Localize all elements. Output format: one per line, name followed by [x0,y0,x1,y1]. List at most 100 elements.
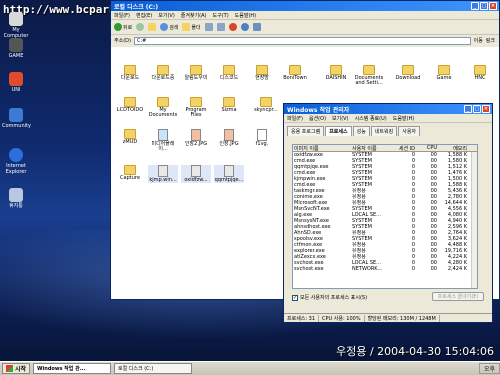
process-list-scrollbar[interactable] [471,152,477,288]
process-cell: 00 [430,266,437,272]
file-item-label: 인장.JPG [219,141,239,147]
status-commit-charge: 할당된 메모리: 130M / 1248M [365,314,440,322]
file-item[interactable]: 인장.JPG [214,129,244,147]
folder-icon [363,65,375,75]
file-item[interactable]: BoniTown [280,65,310,81]
menu-favorites[interactable]: 즐겨찾기(A) [181,12,207,19]
close-button[interactable]: × [482,105,490,113]
folders-button[interactable]: 폴더 [182,23,201,31]
go-button[interactable]: 이동 [474,37,483,44]
explorer-title: 로컬 디스크 (C:) [114,3,159,11]
address-input[interactable]: C:# [133,36,471,45]
recycle-bin-icon [9,188,23,202]
file-item[interactable]: Download [393,65,423,81]
up-button[interactable] [148,23,157,31]
file-item[interactable]: zMUD [115,129,145,145]
tab-processes[interactable]: 프로세스 [325,126,352,136]
file-item[interactable]: oxidfzw... [181,165,211,183]
file-item[interactable]: 알림도우미 [181,65,211,81]
tab-applications[interactable]: 응용 프로그램 [287,126,325,136]
close-button[interactable]: × [489,2,497,10]
taskbar-item-task-manager[interactable]: Windows 작업 관... [33,363,112,374]
column-image-name[interactable]: 이미지 이름 [293,145,351,151]
views-button[interactable] [252,23,261,31]
file-item[interactable]: skyncpr... [251,97,281,113]
menu-file[interactable]: 파일(F) [114,12,130,19]
column-user-name[interactable]: 사용자 이름 [351,145,395,151]
file-item[interactable]: 미디어플레이... [148,129,178,152]
desktop-icon-game[interactable]: GAME [2,38,30,59]
windows-logo-icon [6,365,13,372]
desktop-icon-my-computer[interactable]: My Computer [2,12,30,39]
explorer-titlebar[interactable]: 로컬 디스크 (C:) _ □ × [111,1,499,11]
start-button[interactable]: 시작 [2,363,31,374]
file-icon [257,129,267,141]
task-manager-titlebar[interactable]: Windows 작업 관리자 _ □ × [284,104,492,114]
menu-help[interactable]: 도움말(H) [235,12,256,19]
file-item[interactable]: kjmp.win... [148,165,178,183]
menu-shutdown[interactable]: 시스템 종료(U) [355,115,387,122]
desktop-icon-internet-explorer[interactable]: Internet Explorer [2,148,30,175]
file-item-label: f1vg. [255,141,269,147]
status-process-count: 프로세스: 31 [284,314,320,322]
desktop-icon-community[interactable]: Community [2,108,31,129]
menu-view[interactable]: 보기(V) [158,12,175,19]
menu-help[interactable]: 도움말(H) [393,115,414,122]
menu-options[interactable]: 옵션(O) [309,115,326,122]
folder-icon [124,165,136,175]
explorer-menubar: 파일(F) 편집(E) 보기(V) 즐겨찾기(A) 도구(T) 도움말(H) [111,11,499,20]
exe-file-icon [158,165,168,177]
file-item[interactable]: Documents and Setti... [354,65,384,86]
undo-button[interactable] [240,23,249,31]
menu-file[interactable]: 파일(F) [287,115,303,122]
file-item[interactable]: qqmtpjqe... [214,165,244,183]
file-item[interactable]: 인장2.JPG [181,129,211,147]
file-item[interactable]: My Documents [148,97,178,118]
column-memory[interactable]: 메모리 [437,145,467,151]
copy-to-button[interactable] [216,23,225,31]
folders-label: 폴더 [191,24,201,31]
file-item[interactable]: Program Files [181,97,211,118]
links-button[interactable]: 링크 [486,37,499,44]
maximize-button[interactable]: □ [473,105,481,113]
back-button[interactable]: 뒤로 [114,23,132,31]
move-to-button[interactable] [204,23,213,31]
tab-performance[interactable]: 성능 [352,126,370,136]
file-item[interactable]: Sizma [214,97,244,113]
desktop-icon-recycle-bin[interactable]: 휴지통 [2,188,30,209]
minimize-button[interactable]: _ [464,105,472,113]
file-item[interactable]: DAISHIN [321,65,351,81]
desktop-icon-uni[interactable]: UNI [2,72,30,93]
file-item[interactable]: 디스코드 [214,65,244,81]
taskbar-item-explorer[interactable]: 로컬 디스크 (C:) [114,363,193,374]
end-process-button[interactable]: 프로세스 끝내기(E) [432,292,484,301]
search-button[interactable]: 검색 [160,23,178,31]
start-label: 시작 [15,366,27,373]
folder-icon [402,65,414,75]
forward-button[interactable] [136,23,145,31]
column-cpu[interactable]: CPU [415,145,437,151]
maximize-button[interactable]: □ [480,2,488,10]
delete-button[interactable] [228,23,237,31]
file-item[interactable]: f1vg. [247,129,277,147]
tab-networking[interactable]: 네트워킹 [370,126,398,136]
menu-edit[interactable]: 편집(E) [136,12,152,19]
desktop-icon-label: Community [2,123,31,129]
file-item[interactable]: LCDTOIDO [115,97,145,113]
tab-users[interactable]: 사용자 [398,126,421,136]
file-item[interactable]: 현장방 [247,65,277,81]
menu-view[interactable]: 보기(V) [332,115,349,122]
file-item[interactable]: Game [429,65,459,81]
file-item[interactable]: Capture [115,165,145,181]
file-item[interactable]: HNC [465,65,495,81]
system-tray-clock: 오후 [478,363,500,374]
column-session-id[interactable]: 세션 ID [395,145,415,151]
menu-tools[interactable]: 도구(T) [213,12,229,19]
process-row[interactable]: svchost.exe NETWORK... 0 00 2,424 K [293,266,477,272]
minimize-button[interactable]: _ [471,2,479,10]
file-item[interactable]: 다운로드 [115,65,145,81]
media-file-icon [158,129,168,141]
show-all-users-checkbox[interactable]: ✓ 모든 사용자의 프로세스 표시(S) [292,294,367,301]
file-item[interactable]: 다운로드중 [148,65,178,81]
file-item-label: 인장2.JPG [184,141,208,147]
